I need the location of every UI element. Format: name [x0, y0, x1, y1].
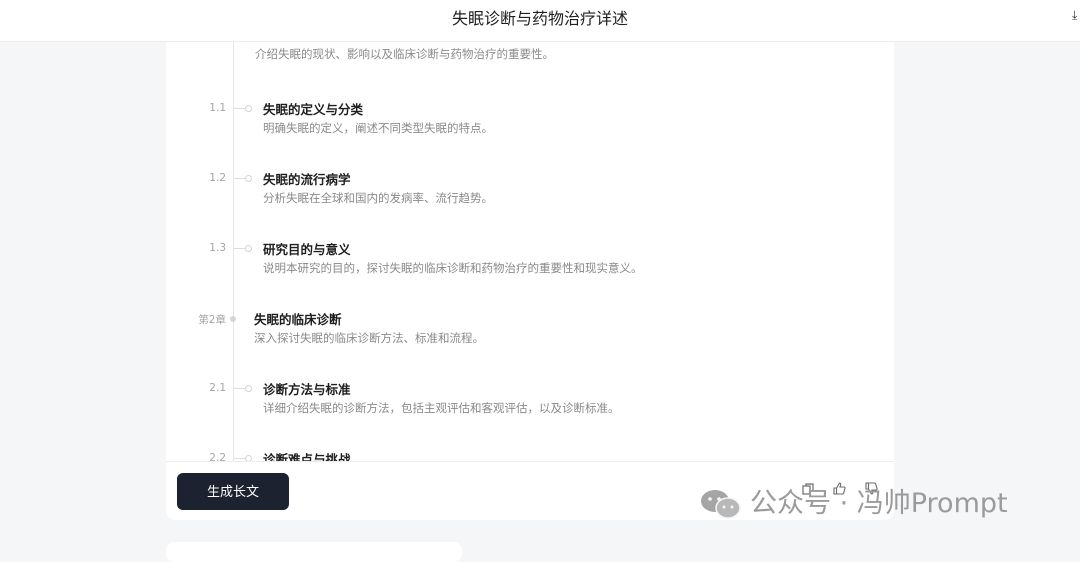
outline-card: 介绍失眠的现状、影响以及临床诊断与药物治疗的重要性。 1.1 失眠的定义与分类 …	[166, 42, 894, 520]
chapter-title: 失眠的临床诊断	[254, 312, 342, 327]
watermark-text: 公众号 · 冯帅Prompt	[750, 488, 1008, 519]
timeline-dot	[230, 316, 236, 322]
timeline-tick	[234, 248, 245, 249]
chapter-desc: 深入探讨失眠的临床诊断方法、标准和流程。	[254, 331, 484, 345]
timeline-tick	[234, 108, 245, 109]
outline-item[interactable]: 1.1 失眠的定义与分类 明确失眠的定义，阐述不同类型失眠的特点。	[166, 99, 894, 149]
section-desc: 分析失眠在全球和国内的发病率、流行趋势。	[263, 191, 493, 205]
timeline-tick	[234, 388, 245, 389]
outline-item[interactable]: 1.2 失眠的流行病学 分析失眠在全球和国内的发病率、流行趋势。	[166, 169, 894, 219]
top-bar: 失眠诊断与药物治疗详述 ⤓	[0, 0, 1080, 42]
corner-icon[interactable]: ⤓	[1072, 8, 1080, 22]
section-number: 2.2	[209, 452, 226, 461]
section-number: 2.1	[209, 382, 226, 394]
section-number: 1.3	[209, 242, 226, 254]
timeline-tick	[234, 178, 245, 179]
chapter-number: 第2章	[198, 314, 226, 326]
section-title: 失眠的定义与分类	[263, 102, 364, 117]
section-title: 诊断方法与标准	[263, 382, 351, 397]
generate-article-button[interactable]: 生成长文	[177, 473, 289, 510]
outline-list[interactable]: 介绍失眠的现状、影响以及临床诊断与药物治疗的重要性。 1.1 失眠的定义与分类 …	[166, 42, 894, 461]
next-card	[166, 542, 462, 562]
timeline-tick	[234, 458, 245, 459]
section-desc: 说明本研究的目的，探讨失眠的临床诊断和药物治疗的重要性和现实意义。	[263, 261, 643, 275]
outline-item[interactable]: 1.3 研究目的与意义 说明本研究的目的，探讨失眠的临床诊断和药物治疗的重要性和…	[166, 239, 894, 289]
section-desc: 详细介绍失眠的诊断方法，包括主观评估和客观评估，以及诊断标准。	[263, 401, 620, 415]
outline-item[interactable]: 2.1 诊断方法与标准 详细介绍失眠的诊断方法，包括主观评估和客观评估，以及诊断…	[166, 379, 894, 429]
section-number: 1.1	[209, 102, 226, 114]
timeline-node	[245, 385, 252, 392]
section-desc: 明确失眠的定义，阐述不同类型失眠的特点。	[263, 121, 493, 135]
chapter-1-desc: 介绍失眠的现状、影响以及临床诊断与药物治疗的重要性。	[255, 47, 554, 61]
footer-divider	[166, 461, 894, 462]
timeline-node	[245, 245, 252, 252]
timeline-node	[245, 175, 252, 182]
section-title: 诊断难点与挑战	[263, 452, 351, 461]
outline-chapter[interactable]: 第2章 失眠的临床诊断 深入探讨失眠的临床诊断方法、标准和流程。	[166, 309, 894, 359]
section-title: 失眠的流行病学	[263, 172, 351, 187]
section-title: 研究目的与意义	[263, 242, 351, 257]
page-title: 失眠诊断与药物治疗详述	[451, 9, 628, 28]
timeline-node	[245, 105, 252, 112]
wechat-logo-icon	[701, 490, 741, 519]
watermark: 公众号 · 冯帅Prompt	[700, 487, 1060, 521]
section-number: 1.2	[209, 172, 226, 184]
outline-item[interactable]: 2.2 诊断难点与挑战	[166, 449, 894, 461]
